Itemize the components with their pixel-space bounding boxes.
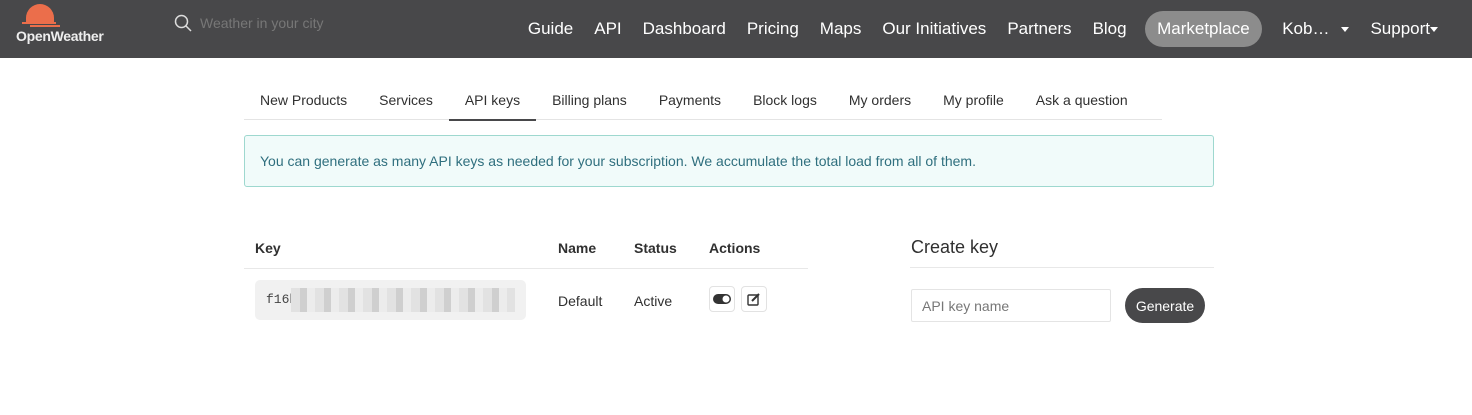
info-alert: You can generate as many API keys as nee… (244, 135, 1214, 187)
divider (244, 268, 808, 269)
account-tabs: New Products Services API keys Billing p… (244, 83, 1162, 121)
nav-pricing[interactable]: Pricing (736, 19, 809, 39)
support-menu[interactable]: Support (1360, 19, 1438, 39)
nav-guide[interactable]: Guide (517, 19, 583, 39)
nav-our-initiatives[interactable]: Our Initiatives (872, 19, 997, 39)
key-name: Default (558, 293, 603, 309)
api-key-value[interactable]: f16b (255, 280, 526, 320)
header-name: Name (558, 240, 597, 256)
city-search (174, 14, 360, 32)
create-key-title: Create key (911, 237, 999, 257)
nav-partners[interactable]: Partners (997, 19, 1082, 39)
nav-maps[interactable]: Maps (809, 19, 872, 39)
user-menu[interactable]: Kob… (1272, 19, 1360, 39)
support-label: Support (1370, 19, 1430, 38)
toggle-key-button[interactable] (709, 286, 735, 312)
logo-sun-icon (26, 4, 54, 22)
caret-down-icon (1430, 27, 1438, 33)
api-key-name-input[interactable] (911, 289, 1111, 322)
caret-down-icon (1341, 27, 1350, 33)
header-status: Status (634, 240, 677, 256)
nav-dashboard[interactable]: Dashboard (632, 19, 736, 39)
openweather-logo[interactable]: OpenWeather (16, 4, 116, 48)
tab-services[interactable]: Services (363, 83, 449, 120)
logo-text: OpenWeather (16, 28, 104, 44)
edit-key-button[interactable] (741, 286, 767, 312)
tab-my-profile[interactable]: My profile (927, 83, 1020, 120)
tab-my-orders[interactable]: My orders (833, 83, 927, 120)
tab-billing-plans[interactable]: Billing plans (536, 83, 643, 120)
nav-blog[interactable]: Blog (1082, 19, 1137, 39)
nav-marketplace[interactable]: Marketplace (1145, 11, 1262, 47)
tab-api-keys[interactable]: API keys (448, 83, 537, 121)
tab-new-products[interactable]: New Products (244, 83, 363, 120)
top-navbar: OpenWeather Guide API Dashboard Pricing … (0, 0, 1472, 58)
main-menu: Guide API Dashboard Pricing Maps Our Ini… (517, 0, 1438, 58)
tab-ask-a-question[interactable]: Ask a question (1020, 83, 1144, 120)
header-actions: Actions (709, 240, 761, 256)
search-icon (174, 14, 192, 32)
key-status: Active (634, 293, 673, 309)
city-search-input[interactable] (200, 15, 360, 31)
divider (910, 267, 1214, 268)
toggle-icon (713, 294, 731, 304)
generate-button[interactable]: Generate (1125, 288, 1205, 323)
tab-payments[interactable]: Payments (643, 83, 737, 120)
edit-icon (747, 293, 760, 306)
tab-block-logs[interactable]: Block logs (737, 83, 833, 120)
nav-api[interactable]: API (584, 19, 632, 39)
redacted-key-blur (291, 288, 515, 312)
header-key: Key (255, 240, 281, 256)
create-key-panel: Create key Generate (910, 237, 1214, 323)
user-name: Kob… (1282, 19, 1330, 38)
